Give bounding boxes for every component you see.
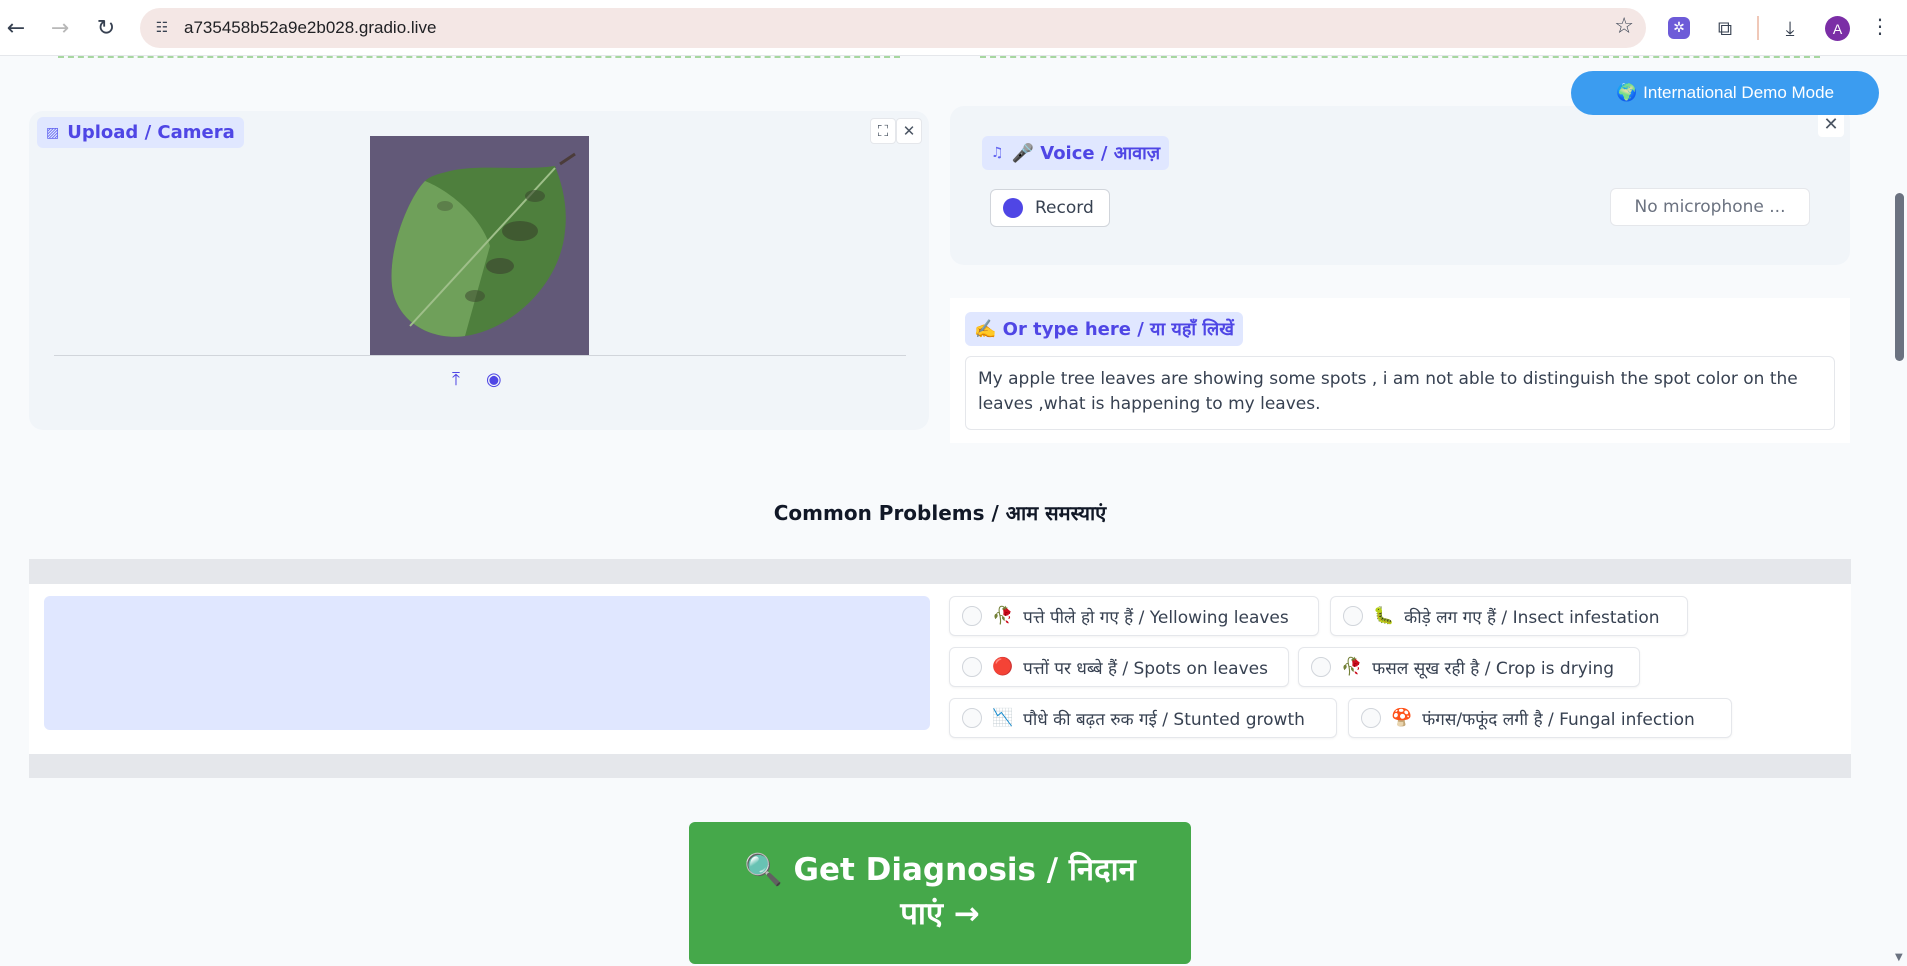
uploaded-leaf-image bbox=[370, 136, 589, 355]
radio-button[interactable] bbox=[962, 606, 982, 626]
upload-source-icon[interactable]: ⤒ bbox=[452, 369, 460, 390]
diagnosis-label-line1: 🔍 Get Diagnosis / निदान bbox=[744, 852, 1136, 888]
problems-placeholder-panel bbox=[44, 596, 930, 730]
globe-icon: 🌍 bbox=[1615, 83, 1638, 102]
radio-button[interactable] bbox=[962, 708, 982, 728]
profile-avatar[interactable]: A bbox=[1825, 16, 1850, 41]
extensions-puzzle-icon[interactable]: ⧉ bbox=[1711, 14, 1739, 42]
browser-toolbar: ← → ↻ ☷ a735458b52a9e2b028.gradio.live ☆… bbox=[0, 0, 1907, 56]
close-image-icon[interactable]: ✕ bbox=[896, 118, 922, 144]
record-label: Record bbox=[1035, 198, 1094, 218]
problem-option-drying[interactable]: 🥀 फसल सूख रही है / Crop is drying bbox=[1298, 647, 1640, 687]
problem-emoji: 🥀 bbox=[1341, 657, 1363, 677]
dashed-divider-right bbox=[980, 56, 1820, 58]
voice-panel bbox=[950, 106, 1850, 265]
problem-option-insect[interactable]: 🐛 कीड़े लग गए हैं / Insect infestation bbox=[1330, 596, 1688, 636]
toolbar-divider bbox=[1757, 16, 1759, 40]
record-dot-icon bbox=[1003, 198, 1023, 218]
bookmark-star-icon[interactable]: ☆ bbox=[1614, 14, 1634, 39]
upload-label: ▨ Upload / Camera bbox=[37, 117, 244, 148]
dashed-divider-left bbox=[58, 56, 900, 58]
text-input-label: ✍️ Or type here / या यहाँ लिखें bbox=[965, 312, 1243, 346]
problem-option-spots[interactable]: 🔴 पत्तों पर धब्बे हैं / Spots on leaves bbox=[949, 647, 1289, 687]
get-diagnosis-button[interactable]: 🔍 Get Diagnosis / निदान पाएं → bbox=[689, 822, 1191, 964]
record-button[interactable]: Record bbox=[990, 189, 1110, 227]
url-text[interactable]: a735458b52a9e2b028.gradio.live bbox=[184, 18, 436, 38]
scroll-down-arrow-icon[interactable]: ▼ bbox=[1895, 952, 1903, 963]
problem-label: कीड़े लग गए हैं / Insect infestation bbox=[1404, 607, 1660, 628]
problem-emoji: 📉 bbox=[992, 708, 1014, 728]
webcam-source-icon[interactable]: ◉ bbox=[486, 369, 502, 390]
diagnosis-label-line2: पाएं → bbox=[900, 896, 980, 932]
problem-label: पत्ते पीले हो गए हैं / Yellowing leaves bbox=[1023, 607, 1289, 628]
radio-button[interactable] bbox=[1361, 708, 1381, 728]
browser-menu-icon[interactable]: ⋮ bbox=[1870, 14, 1890, 38]
problem-label: पत्तों पर धब्बे हैं / Spots on leaves bbox=[1023, 658, 1268, 679]
voice-label: ♫ 🎤 Voice / आवाज़ bbox=[982, 136, 1170, 170]
music-note-icon: ♫ bbox=[991, 145, 1004, 161]
problem-label: फंगस/फफूंद लगी है / Fungal infection bbox=[1422, 709, 1695, 730]
demo-mode-label: International Demo Mode bbox=[1643, 83, 1835, 102]
radio-button[interactable] bbox=[962, 657, 982, 677]
problem-emoji: 🐛 bbox=[1373, 606, 1395, 626]
leaf-illustration bbox=[370, 136, 589, 355]
problem-label: फसल सूख रही है / Crop is drying bbox=[1372, 658, 1615, 679]
microphone-select[interactable]: No microphone ... bbox=[1610, 188, 1810, 226]
common-problems-title: Common Problems / आम समस्याएं bbox=[773, 501, 1107, 525]
address-bar[interactable]: ☷ a735458b52a9e2b028.gradio.live ☆ bbox=[140, 8, 1646, 48]
problem-emoji: 🍄 bbox=[1391, 708, 1413, 728]
radio-button[interactable] bbox=[1343, 606, 1363, 626]
forward-icon[interactable]: → bbox=[42, 10, 78, 46]
upload-divider bbox=[54, 355, 906, 356]
extension-icon[interactable]: ✲ bbox=[1668, 17, 1690, 39]
site-info-icon[interactable]: ☷ bbox=[150, 16, 174, 40]
demo-mode-button[interactable]: 🌍 International Demo Mode bbox=[1571, 71, 1879, 115]
fullscreen-icon[interactable]: ⛶ bbox=[870, 118, 896, 144]
problem-emoji: 🔴 bbox=[992, 657, 1014, 677]
mic-select-label: No microphone ... bbox=[1634, 197, 1786, 217]
download-icon[interactable]: ⤓ bbox=[1776, 14, 1804, 42]
problem-option-yellowing[interactable]: 🥀 पत्ते पीले हो गए हैं / Yellowing leave… bbox=[949, 596, 1319, 636]
scrollbar-thumb[interactable] bbox=[1895, 193, 1904, 361]
back-icon[interactable]: ← bbox=[0, 10, 34, 46]
problem-option-fungal[interactable]: 🍄 फंगस/फफूंद लगी है / Fungal infection bbox=[1348, 698, 1732, 738]
reload-icon[interactable]: ↻ bbox=[88, 10, 124, 46]
problem-option-stunted[interactable]: 📉 पौधे की बढ़त रुक गई / Stunted growth bbox=[949, 698, 1337, 738]
radio-button[interactable] bbox=[1311, 657, 1331, 677]
symptom-textarea[interactable]: My apple tree leaves are showing some sp… bbox=[965, 356, 1835, 430]
image-icon: ▨ bbox=[46, 124, 60, 141]
problem-emoji: 🥀 bbox=[992, 606, 1014, 626]
problem-label: पौधे की बढ़त रुक गई / Stunted growth bbox=[1023, 709, 1305, 730]
